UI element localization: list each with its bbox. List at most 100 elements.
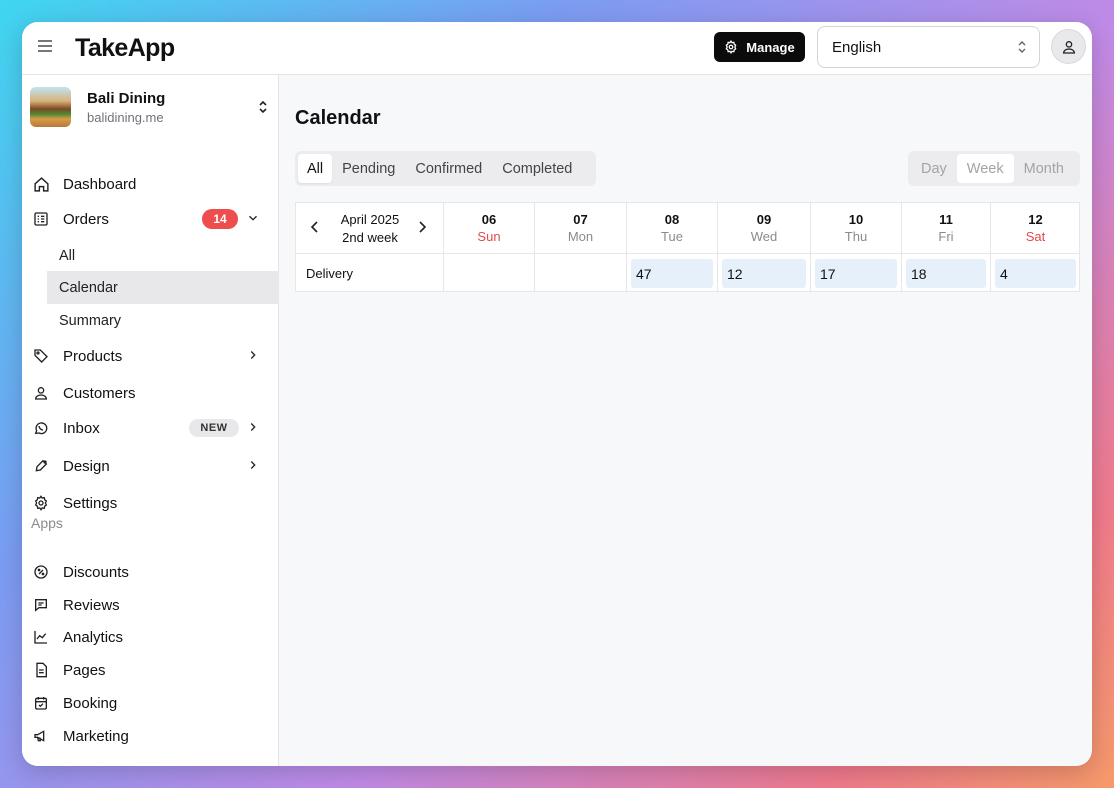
day-name: Sun (477, 229, 501, 244)
gear-icon (725, 40, 737, 54)
week-calendar: April 2025 2nd week 06 Sun 07 Mon 08 Tue 09… (295, 202, 1080, 292)
sidebar-item-label: Pages (63, 661, 106, 679)
day-name: Mon (567, 229, 594, 244)
language-select[interactable]: English (817, 26, 1040, 68)
day-name: Wed (750, 229, 778, 244)
day-number: 07 (573, 212, 588, 227)
sidebar-item-label: Analytics (63, 628, 124, 646)
sidebar-item-label: Booking (63, 694, 118, 712)
sidebar: Bali Dining balidining.me Dashboard Orde… (22, 75, 279, 766)
chart-line-icon (32, 628, 50, 646)
day-number: 09 (756, 212, 772, 227)
chevron-up-down-icon (1018, 41, 1026, 53)
day-header: 07 Mon (535, 203, 627, 254)
calendar-cell: 47 (627, 254, 718, 292)
tab-pending[interactable]: Pending (332, 154, 405, 183)
sidebar-item-label: Marketing (63, 727, 129, 745)
delivery-count-chip[interactable]: 17 (815, 259, 897, 288)
sidebar-item-label: Design (63, 457, 110, 475)
day-number: 10 (848, 212, 864, 227)
apps-section-label: Apps (31, 515, 63, 531)
sidebar-item-booking[interactable]: Booking (32, 687, 272, 719)
user-menu-button[interactable] (1051, 29, 1086, 64)
orders-icon (32, 210, 50, 228)
sidebar-item-label: Dashboard (63, 175, 137, 193)
chevron-up-down-icon (259, 100, 267, 114)
calendar-cell: 18 (902, 254, 991, 292)
day-number: 12 (1028, 212, 1043, 227)
calendar-cell[interactable] (444, 254, 535, 292)
day-header: 12 Sat (991, 203, 1080, 254)
hamburger-icon[interactable] (38, 40, 52, 54)
day-number: 08 (664, 212, 680, 227)
tab-completed[interactable]: Completed (492, 154, 582, 183)
discount-icon (32, 563, 50, 581)
gear-icon (32, 494, 50, 512)
day-number: 06 (481, 212, 497, 227)
view-mode-tabs: Day Week Month (908, 151, 1080, 186)
manage-button[interactable]: Manage (714, 32, 805, 62)
sidebar-item-label: Reviews (63, 596, 120, 614)
day-name: Sat (1025, 229, 1046, 244)
sidebar-item-label: Customers (63, 384, 136, 402)
main-content: Calendar All Pending Confirmed Completed… (279, 75, 1092, 766)
day-header: 11 Fri (902, 203, 991, 254)
sidebar-item-discounts[interactable]: Discounts (32, 556, 272, 588)
tab-day[interactable]: Day (911, 154, 957, 183)
calendar-cell: 12 (718, 254, 811, 292)
user-icon (1062, 40, 1075, 54)
tab-confirmed[interactable]: Confirmed (405, 154, 492, 183)
calendar-check-icon (32, 694, 50, 712)
sidebar-item-pages[interactable]: Pages (32, 654, 272, 686)
sidebar-subitem-calendar[interactable]: Calendar (47, 271, 279, 304)
period-navigator: April 2025 2nd week (296, 203, 444, 254)
orders-count-badge: 14 (202, 209, 238, 229)
sidebar-item-settings[interactable]: Settings (32, 487, 272, 519)
delivery-count-chip[interactable]: 47 (631, 259, 713, 288)
chevron-right-icon (250, 351, 256, 359)
store-name: Bali Dining (87, 90, 166, 107)
sidebar-item-inbox[interactable]: Inbox NEW (32, 412, 272, 444)
sidebar-subitem-summary[interactable]: Summary (47, 304, 279, 337)
sidebar-item-analytics[interactable]: Analytics (32, 621, 272, 653)
tab-week[interactable]: Week (956, 154, 1014, 183)
app-logo[interactable]: TakeApp (75, 34, 175, 63)
day-header: 08 Tue (627, 203, 718, 254)
day-header: 09 Wed (718, 203, 811, 254)
delivery-count-chip[interactable]: 12 (722, 259, 806, 288)
tab-month[interactable]: Month (1014, 154, 1074, 183)
megaphone-icon (32, 727, 50, 745)
delivery-count-chip[interactable]: 18 (906, 259, 986, 288)
calendar-cell: 17 (811, 254, 902, 292)
calendar-header: April 2025 2nd week 06 Sun 07 Mon 08 Tue 09… (296, 203, 1079, 254)
manage-label: Manage (746, 39, 795, 55)
sidebar-item-label: Discounts (63, 563, 129, 581)
whatsapp-icon (32, 419, 50, 437)
store-thumbnail (30, 87, 71, 127)
language-value: English (832, 38, 882, 56)
delivery-count-chip[interactable]: 4 (995, 259, 1076, 288)
store-switcher[interactable]: Bali Dining balidining.me (30, 87, 270, 127)
message-icon (32, 596, 50, 614)
day-name: Thu (844, 229, 868, 244)
sidebar-item-customers[interactable]: Customers (32, 377, 272, 409)
day-header: 10 Thu (811, 203, 902, 254)
chevron-right-icon[interactable] (417, 220, 427, 234)
sidebar-item-dashboard[interactable]: Dashboard (32, 168, 272, 200)
status-filter-tabs: All Pending Confirmed Completed (295, 151, 596, 186)
sidebar-item-orders[interactable]: Orders 14 (32, 203, 272, 235)
sidebar-item-label: Orders (63, 210, 109, 228)
app-window: TakeApp Manage English Bali Dining balid… (22, 22, 1092, 766)
sidebar-item-products[interactable]: Products (32, 340, 272, 372)
chevron-right-icon (250, 423, 256, 431)
calendar-cell[interactable] (535, 254, 627, 292)
calendar-cell: 4 (991, 254, 1080, 292)
row-label: Delivery (306, 266, 353, 281)
tab-all[interactable]: All (298, 154, 333, 183)
sidebar-item-marketing[interactable]: Marketing (32, 720, 272, 752)
sidebar-item-design[interactable]: Design (32, 450, 272, 482)
day-number: 11 (939, 212, 953, 227)
sidebar-subitem-all[interactable]: All (47, 239, 279, 272)
top-bar: TakeApp Manage English (22, 22, 1092, 75)
sidebar-item-reviews[interactable]: Reviews (32, 589, 272, 621)
